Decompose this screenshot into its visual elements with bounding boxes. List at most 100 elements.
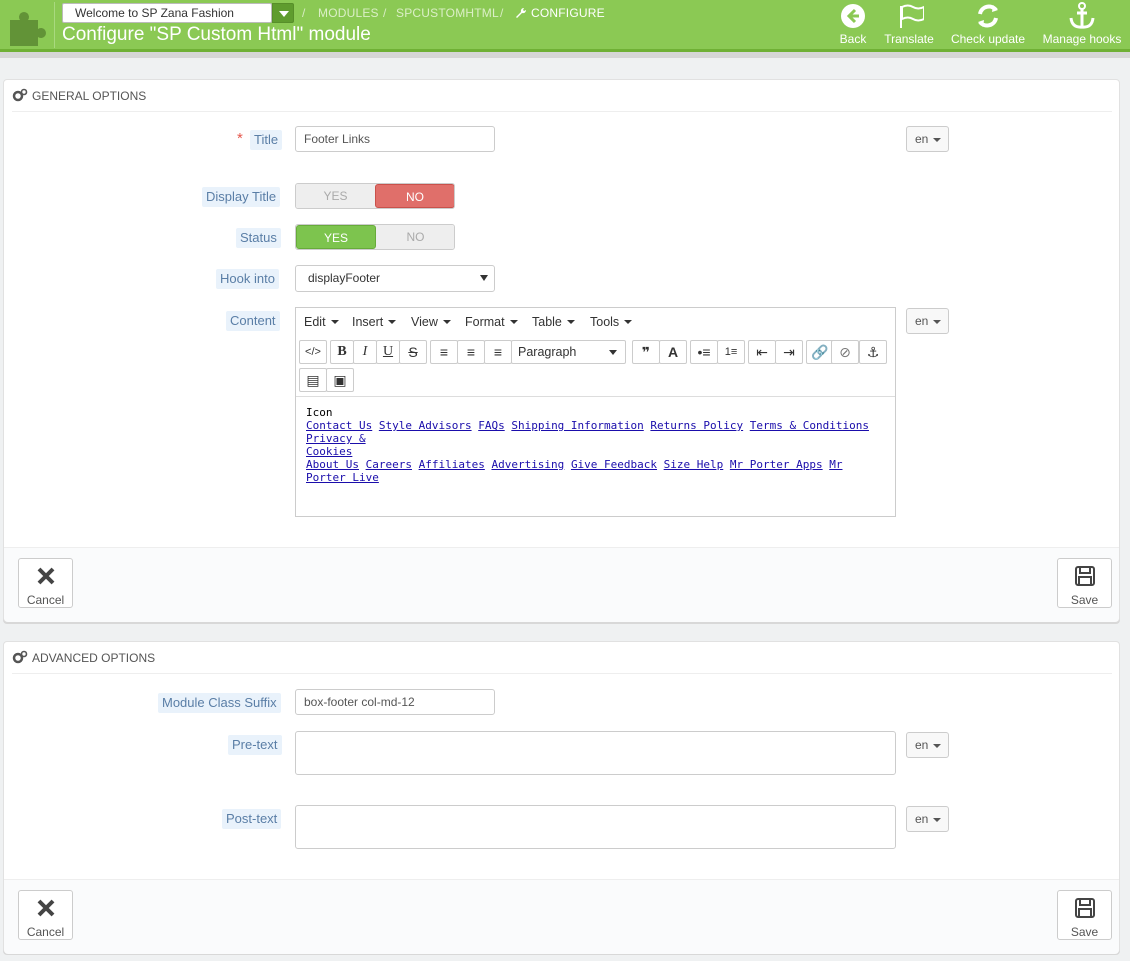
breadcrumb-separator: / (302, 6, 306, 20)
close-icon (37, 567, 54, 585)
hook-into-value: displayFooter (308, 271, 381, 285)
module-class-suffix-label: Module Class Suffix (158, 693, 281, 713)
title-label: Title (250, 130, 283, 150)
menu-edit[interactable]: Edit (304, 315, 339, 329)
link-size-help[interactable]: Size Help (664, 458, 724, 471)
align-left-icon[interactable]: ≡ (430, 340, 458, 364)
cogs-icon (12, 650, 28, 664)
link-faqs[interactable]: FAQs (478, 419, 505, 432)
code-icon[interactable]: </> (299, 340, 327, 364)
status-no-option[interactable]: NO (376, 225, 454, 249)
align-right-icon[interactable]: ≡ (484, 340, 512, 364)
unlink-icon[interactable]: ⊘ (831, 340, 859, 364)
link-advertising[interactable]: Advertising (491, 458, 564, 471)
link-cookies[interactable]: Cookies (306, 445, 352, 458)
back-label: Back (839, 32, 867, 46)
outdent-icon[interactable]: ⇤ (748, 340, 776, 364)
menu-table[interactable]: Table (532, 315, 575, 329)
display-title-switch[interactable]: YES NO (295, 183, 455, 209)
shop-select[interactable]: Welcome to SP Zana Fashion (62, 3, 272, 23)
link-give-feedback[interactable]: Give Feedback (571, 458, 657, 471)
title-input[interactable]: Footer Links (295, 126, 495, 152)
image-icon[interactable]: ▣ (326, 368, 354, 392)
back-button[interactable]: Back (838, 2, 868, 46)
check-update-label: Check update (950, 32, 1026, 46)
align-center-icon[interactable]: ≡ (457, 340, 485, 364)
translate-button[interactable]: Translate (882, 2, 936, 46)
module-class-suffix-input[interactable]: box-footer col-md-12 (295, 689, 495, 715)
puzzle-icon (10, 12, 46, 46)
blockquote-icon[interactable]: ❞ (632, 340, 660, 364)
post-text-textarea[interactable] (295, 805, 896, 849)
advanced-options-title: ADVANCED OPTIONS (32, 651, 156, 665)
menu-view[interactable]: View (411, 315, 451, 329)
title-language-select[interactable]: en (906, 126, 949, 152)
status-yes-option[interactable]: YES (296, 225, 376, 249)
save-button[interactable]: Save (1057, 558, 1112, 608)
bullet-list-icon[interactable]: •≡ (690, 340, 718, 364)
floppy-disk-icon (1074, 898, 1095, 918)
link-shipping-information[interactable]: Shipping Information (511, 419, 643, 432)
pre-text-textarea[interactable] (295, 731, 896, 775)
link-privacy[interactable]: Privacy & (306, 432, 366, 445)
status-switch[interactable]: YES NO (295, 224, 455, 250)
link-affiliates[interactable]: Affiliates (419, 458, 485, 471)
editor-links-row: Contact Us Style Advisors FAQs Shipping … (306, 419, 885, 458)
chevron-down-icon (480, 275, 488, 281)
numbered-list-icon[interactable]: 1≡ (717, 340, 745, 364)
back-arrow-icon (841, 4, 865, 28)
editor-text-icon: Icon (306, 406, 333, 419)
link-style-advisors[interactable]: Style Advisors (379, 419, 472, 432)
general-options-heading: GENERAL OPTIONS (12, 88, 1112, 112)
link-icon[interactable]: 🔗 (806, 340, 834, 364)
breadcrumb-separator: / (383, 6, 387, 20)
manage-hooks-button[interactable]: Manage hooks (1040, 2, 1124, 46)
editor-content-area[interactable]: Icon Contact Us Style Advisors FAQs Ship… (296, 396, 895, 516)
link-mr-porter-apps[interactable]: Mr Porter Apps (730, 458, 823, 471)
media-icon[interactable]: ▤ (299, 368, 327, 392)
strikethrough-icon[interactable]: S (399, 340, 427, 364)
general-options-footer (4, 547, 1119, 622)
link-about-us[interactable]: About Us (306, 458, 359, 471)
link-returns-policy[interactable]: Returns Policy (650, 419, 743, 432)
header-divider (54, 2, 55, 48)
link-careers[interactable]: Careers (366, 458, 412, 471)
manage-hooks-label: Manage hooks (1042, 32, 1122, 46)
advanced-options-heading: ADVANCED OPTIONS (12, 650, 1112, 674)
general-options-title: GENERAL OPTIONS (32, 89, 147, 103)
content-language-select[interactable]: en (906, 308, 949, 334)
post-text-language-select[interactable]: en (906, 806, 949, 832)
translate-label: Translate (884, 32, 934, 46)
breadcrumb-spcustomhtml[interactable]: SPCUSTOMHTML (396, 6, 499, 20)
content-editor[interactable]: Edit Insert View Format Table Tools </> … (295, 307, 896, 517)
breadcrumb-modules[interactable]: MODULES (318, 6, 379, 20)
text-color-icon[interactable]: A (659, 340, 687, 364)
link-contact-us[interactable]: Contact Us (306, 419, 372, 432)
indent-icon[interactable]: ⇥ (775, 340, 803, 364)
post-text-label: Post-text (222, 809, 282, 829)
save-button[interactable]: Save (1057, 890, 1112, 940)
required-asterisk: * (237, 130, 243, 147)
display-title-yes-option[interactable]: YES (296, 184, 375, 208)
shop-select-caret-button[interactable] (272, 3, 294, 23)
cancel-label: Cancel (26, 593, 65, 607)
display-title-no-option[interactable]: NO (375, 184, 454, 208)
breadcrumb-configure[interactable]: CONFIGURE (531, 6, 605, 20)
menu-tools[interactable]: Tools (590, 315, 632, 329)
floppy-disk-icon (1074, 566, 1095, 586)
cancel-button[interactable]: Cancel (18, 558, 73, 608)
link-terms-conditions[interactable]: Terms & Conditions (750, 419, 869, 432)
hook-into-select[interactable]: displayFooter (295, 265, 495, 292)
bold-icon[interactable]: B (330, 340, 354, 364)
page-title: Configure "SP Custom Html" module (62, 24, 371, 45)
cancel-button[interactable]: Cancel (18, 890, 73, 940)
check-update-button[interactable]: Check update (949, 2, 1027, 46)
anchor-icon[interactable]: ⚓ (859, 340, 887, 364)
italic-icon[interactable]: I (353, 340, 377, 364)
menu-insert[interactable]: Insert (352, 315, 396, 329)
pre-text-language-select[interactable]: en (906, 732, 949, 758)
paragraph-format-select[interactable]: Paragraph (511, 340, 626, 364)
underline-icon[interactable]: U (376, 340, 400, 364)
display-title-label: Display Title (202, 187, 281, 207)
menu-format[interactable]: Format (465, 315, 518, 329)
